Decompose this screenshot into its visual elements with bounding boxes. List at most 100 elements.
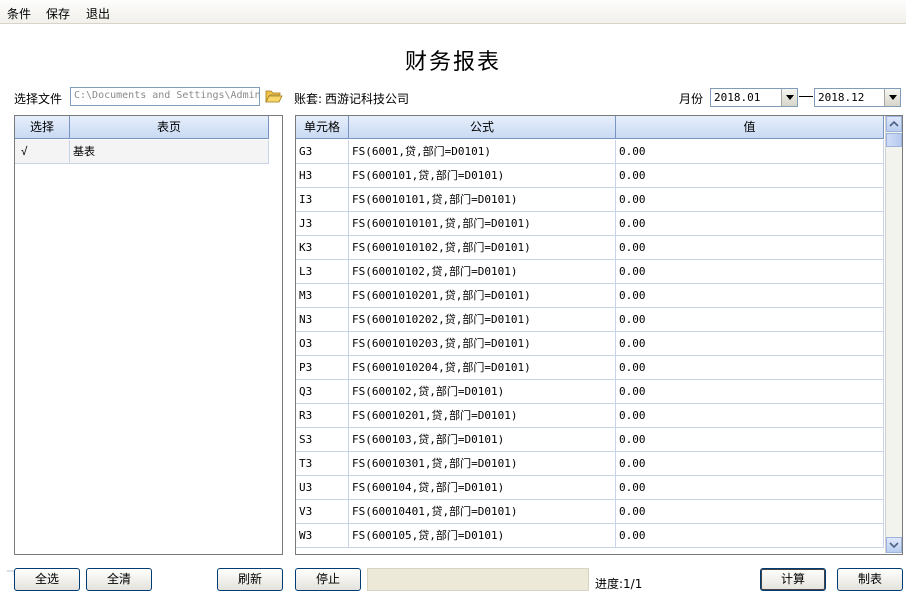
- row-value[interactable]: 0.00: [616, 404, 884, 428]
- row-formula[interactable]: FS(6001010202,贷,部门=D0101): [349, 308, 616, 332]
- account-label: 账套:: [294, 92, 323, 106]
- row-value[interactable]: 0.00: [616, 140, 884, 164]
- row-cell-ref[interactable]: T3: [296, 452, 349, 476]
- month-to-select[interactable]: 2018.12: [814, 88, 901, 107]
- row-value[interactable]: 0.00: [616, 428, 884, 452]
- row-value[interactable]: 0.00: [616, 284, 884, 308]
- row-formula[interactable]: FS(60010301,贷,部门=D0101): [349, 452, 616, 476]
- row-formula[interactable]: FS(6001,贷,部门=D0101): [349, 140, 616, 164]
- table-row[interactable]: U3 FS(600104,贷,部门=D0101) 0.00: [296, 476, 884, 500]
- row-formula[interactable]: FS(600101,贷,部门=D0101): [349, 164, 616, 188]
- row-formula[interactable]: FS(600105,贷,部门=D0101): [349, 524, 616, 548]
- make-report-button[interactable]: 制表: [837, 568, 903, 591]
- table-row[interactable]: T3 FS(60010301,贷,部门=D0101) 0.00: [296, 452, 884, 476]
- row-formula[interactable]: FS(600102,贷,部门=D0101): [349, 380, 616, 404]
- menu-conditions[interactable]: 条件: [7, 5, 31, 22]
- menu-exit[interactable]: 退出: [86, 5, 110, 22]
- table-row[interactable]: K3 FS(6001010102,贷,部门=D0101) 0.00: [296, 236, 884, 260]
- row-cell-ref[interactable]: Q3: [296, 380, 349, 404]
- select-all-button[interactable]: 全选: [14, 568, 80, 591]
- row-cell-ref[interactable]: O3: [296, 332, 349, 356]
- scroll-thumb[interactable]: [886, 133, 902, 147]
- table-row[interactable]: P3 FS(6001010204,贷,部门=D0101) 0.00: [296, 356, 884, 380]
- row-formula[interactable]: FS(60010201,贷,部门=D0101): [349, 404, 616, 428]
- row-value[interactable]: 0.00: [616, 452, 884, 476]
- row-formula[interactable]: FS(600103,贷,部门=D0101): [349, 428, 616, 452]
- table-row[interactable]: J3 FS(6001010101,贷,部门=D0101) 0.00: [296, 212, 884, 236]
- row-formula[interactable]: FS(600104,贷,部门=D0101): [349, 476, 616, 500]
- table-row[interactable]: O3 FS(6001010203,贷,部门=D0101) 0.00: [296, 332, 884, 356]
- row-value[interactable]: 0.00: [616, 164, 884, 188]
- row-cell-ref[interactable]: P3: [296, 356, 349, 380]
- account-value: 西游记科技公司: [325, 92, 410, 106]
- row-formula[interactable]: FS(60010401,贷,部门=D0101): [349, 500, 616, 524]
- table-row[interactable]: L3 FS(60010102,贷,部门=D0101) 0.00: [296, 260, 884, 284]
- row-cell-ref[interactable]: V3: [296, 500, 349, 524]
- row-cell-ref[interactable]: R3: [296, 404, 349, 428]
- table-row[interactable]: I3 FS(60010101,贷,部门=D0101) 0.00: [296, 188, 884, 212]
- month-from-value: 2018.01: [714, 91, 761, 104]
- stop-button[interactable]: 停止: [295, 568, 361, 591]
- row-value[interactable]: 0.00: [616, 332, 884, 356]
- row-value[interactable]: 0.00: [616, 212, 884, 236]
- row-value[interactable]: 0.00: [616, 380, 884, 404]
- table-row[interactable]: M3 FS(6001010201,贷,部门=D0101) 0.00: [296, 284, 884, 308]
- row-formula[interactable]: FS(60010101,贷,部门=D0101): [349, 188, 616, 212]
- row-cell-ref[interactable]: H3: [296, 164, 349, 188]
- row-formula[interactable]: FS(60010102,贷,部门=D0101): [349, 260, 616, 284]
- row-cell-ref[interactable]: J3: [296, 212, 349, 236]
- row-value[interactable]: 0.00: [616, 524, 884, 548]
- table-row[interactable]: S3 FS(600103,贷,部门=D0101) 0.00: [296, 428, 884, 452]
- column-header-cell[interactable]: 单元格: [296, 116, 349, 139]
- row-value[interactable]: 0.00: [616, 500, 884, 524]
- row-cell-ref[interactable]: M3: [296, 284, 349, 308]
- row-value[interactable]: 0.00: [616, 308, 884, 332]
- range-separator: [799, 96, 813, 97]
- row-cell-ref[interactable]: K3: [296, 236, 349, 260]
- row-value[interactable]: 0.00: [616, 188, 884, 212]
- clear-all-button[interactable]: 全清: [86, 568, 152, 591]
- row-cell-ref[interactable]: W3: [296, 524, 349, 548]
- row-formula[interactable]: FS(6001010102,贷,部门=D0101): [349, 236, 616, 260]
- table-row[interactable]: W3 FS(600105,贷,部门=D0101) 0.00: [296, 524, 884, 548]
- table-row[interactable]: √ 基表: [15, 140, 269, 164]
- row-formula[interactable]: FS(6001010201,贷,部门=D0101): [349, 284, 616, 308]
- row-formula[interactable]: FS(6001010203,贷,部门=D0101): [349, 332, 616, 356]
- scroll-down-icon[interactable]: [886, 537, 902, 553]
- table-row[interactable]: N3 FS(6001010202,贷,部门=D0101) 0.00: [296, 308, 884, 332]
- menu-save[interactable]: 保存: [46, 5, 70, 22]
- row-check[interactable]: √: [15, 140, 70, 164]
- column-header-select[interactable]: 选择: [15, 116, 70, 139]
- table-row[interactable]: H3 FS(600101,贷,部门=D0101) 0.00: [296, 164, 884, 188]
- chevron-down-icon[interactable]: [781, 89, 797, 106]
- row-cell-ref[interactable]: U3: [296, 476, 349, 500]
- column-header-value[interactable]: 值: [616, 116, 884, 139]
- row-cell-ref[interactable]: I3: [296, 188, 349, 212]
- file-path-input[interactable]: C:\Documents and Settings\Admin: [70, 87, 260, 106]
- row-value[interactable]: 0.00: [616, 476, 884, 500]
- month-from-select[interactable]: 2018.01: [710, 88, 798, 107]
- column-header-page[interactable]: 表页: [70, 116, 269, 139]
- refresh-button[interactable]: 刷新: [217, 568, 283, 591]
- row-value[interactable]: 0.00: [616, 260, 884, 284]
- table-row[interactable]: R3 FS(60010201,贷,部门=D0101) 0.00: [296, 404, 884, 428]
- row-value[interactable]: 0.00: [616, 356, 884, 380]
- row-value[interactable]: 0.00: [616, 236, 884, 260]
- row-cell-ref[interactable]: N3: [296, 308, 349, 332]
- vertical-scrollbar[interactable]: [885, 116, 902, 553]
- row-page-name: 基表: [70, 140, 269, 164]
- scroll-up-icon[interactable]: [886, 116, 902, 132]
- progress-label: 进度:1/1: [595, 577, 643, 591]
- table-row[interactable]: G3 FS(6001,贷,部门=D0101) 0.00: [296, 140, 884, 164]
- row-formula[interactable]: FS(6001010204,贷,部门=D0101): [349, 356, 616, 380]
- chevron-down-icon[interactable]: [884, 89, 900, 106]
- row-cell-ref[interactable]: G3: [296, 140, 349, 164]
- table-row[interactable]: V3 FS(60010401,贷,部门=D0101) 0.00: [296, 500, 884, 524]
- row-formula[interactable]: FS(6001010101,贷,部门=D0101): [349, 212, 616, 236]
- calculate-button[interactable]: 计算: [760, 568, 826, 591]
- table-row[interactable]: Q3 FS(600102,贷,部门=D0101) 0.00: [296, 380, 884, 404]
- row-cell-ref[interactable]: S3: [296, 428, 349, 452]
- column-header-formula[interactable]: 公式: [349, 116, 616, 139]
- row-cell-ref[interactable]: L3: [296, 260, 349, 284]
- open-folder-icon[interactable]: [265, 88, 283, 104]
